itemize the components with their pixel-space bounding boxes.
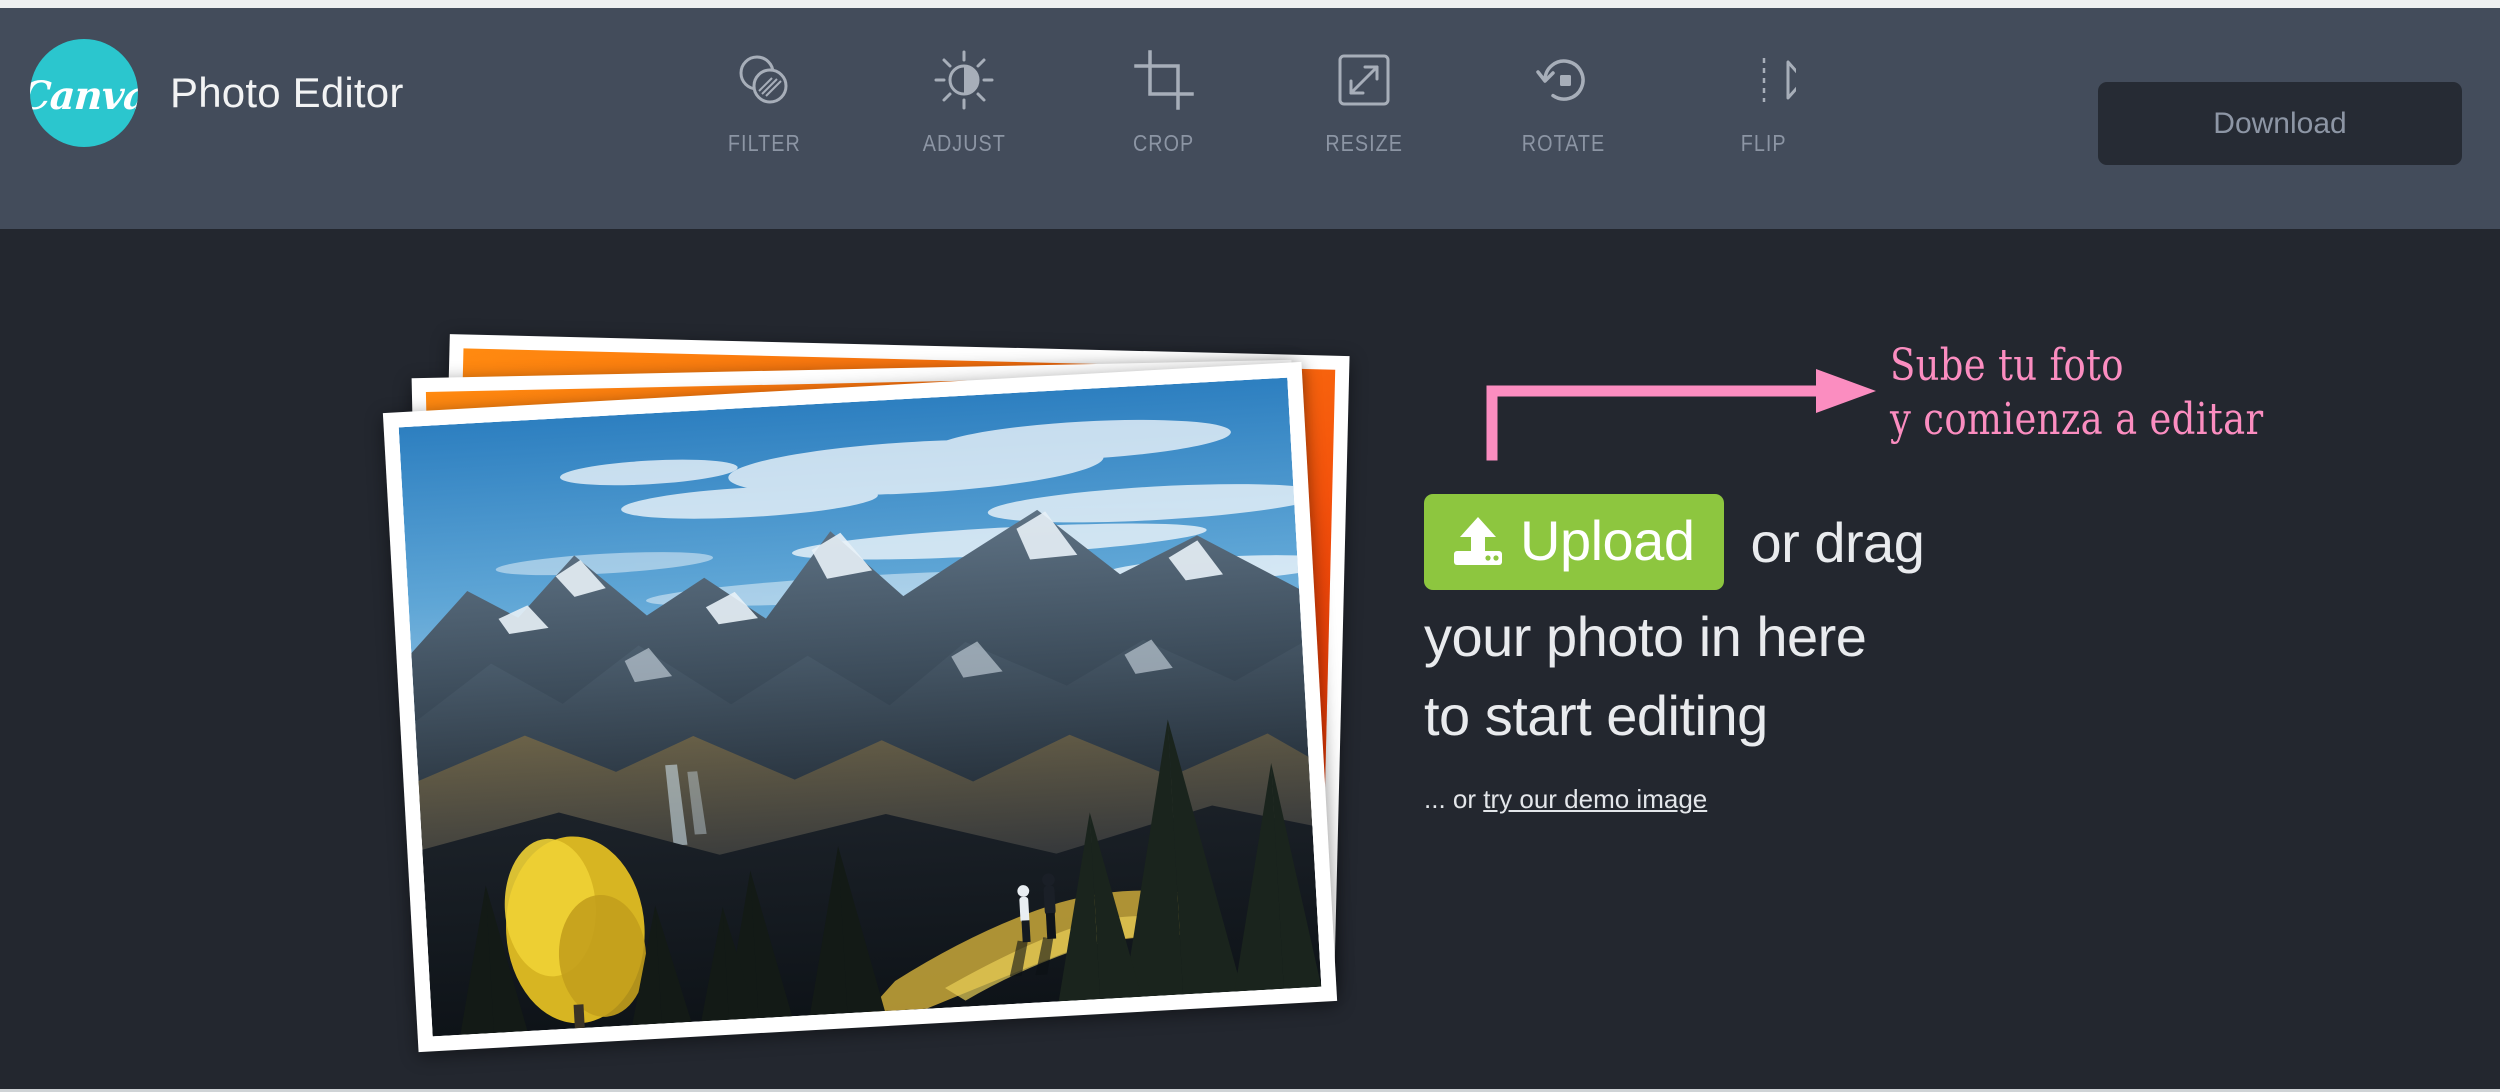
photo-editor-app: Canva Photo Editor FILTER ADJUST CROP RE… [0, 0, 2500, 1092]
app-header: Canva Photo Editor FILTER ADJUST CROP RE… [0, 8, 2500, 229]
photo-stack [382, 334, 1380, 1053]
demo-image-row: ... or try our demo image [1424, 784, 2474, 815]
crop-icon [1132, 42, 1196, 118]
flip-horizontal-icon [1732, 42, 1796, 118]
tool-label: RESIZE [1325, 130, 1403, 156]
mountain-landscape-photo [398, 377, 1322, 1037]
upload-arrow-icon [1450, 515, 1506, 567]
tool-resize[interactable]: RESIZE [1300, 42, 1428, 157]
page-title: Photo Editor [170, 69, 404, 116]
upload-button-label: Upload [1520, 509, 1695, 572]
upload-button[interactable]: Upload [1424, 494, 1725, 590]
elbow-arrow-right-icon [1484, 367, 1904, 467]
upload-instruction-line-3: to start editing [1424, 684, 1768, 747]
filter-circles-icon [732, 42, 796, 118]
tool-label: CROP [1133, 130, 1195, 156]
or-drag-text: or drag [1750, 510, 1925, 574]
tool-adjust[interactable]: ADJUST [900, 42, 1028, 157]
tool-label: FILTER [727, 130, 801, 156]
rotate-counterclockwise-icon [1532, 42, 1596, 118]
annotation-line-1: Sube tu foto [1890, 340, 2124, 391]
brightness-sun-icon [932, 42, 996, 118]
editor-toolbar: FILTER ADJUST CROP RESIZE ROTATE FLIP [700, 42, 1828, 157]
tool-label: ROTATE [1522, 130, 1606, 156]
photo-card-front [382, 361, 1338, 1053]
upload-block: Upload or drag your photo in here to sta… [1424, 494, 2474, 815]
canva-circle-logo-icon[interactable]: Canva [30, 39, 138, 147]
brand: Canva Photo Editor [30, 38, 404, 148]
resize-diagonal-arrows-icon [1332, 42, 1396, 118]
canva-logo-text: Canva [30, 72, 138, 119]
demo-prefix-text: ... or [1424, 784, 1484, 814]
editor-canvas: Sube tu foto y comienza a editar Upload … [0, 229, 2500, 1089]
tool-crop[interactable]: CROP [1100, 42, 1228, 157]
download-button[interactable]: Download [2098, 82, 2462, 165]
upload-instruction-line-2: your photo in here [1424, 605, 1867, 668]
try-demo-image-link[interactable]: try our demo image [1483, 784, 1707, 814]
tool-filter[interactable]: FILTER [700, 42, 828, 157]
tool-flip[interactable]: FLIP [1700, 42, 1828, 157]
upload-panel: Sube tu foto y comienza a editar Upload … [1424, 229, 2474, 1089]
tool-label: FLIP [1741, 130, 1787, 156]
annotation-line-2: y comienza a editar [1890, 393, 2264, 445]
tool-rotate[interactable]: ROTATE [1500, 42, 1628, 157]
upload-row: Upload or drag [1424, 494, 2474, 590]
annotation-text: Sube tu foto y comienza a editar [1890, 339, 2263, 446]
tool-label: ADJUST [922, 130, 1006, 156]
